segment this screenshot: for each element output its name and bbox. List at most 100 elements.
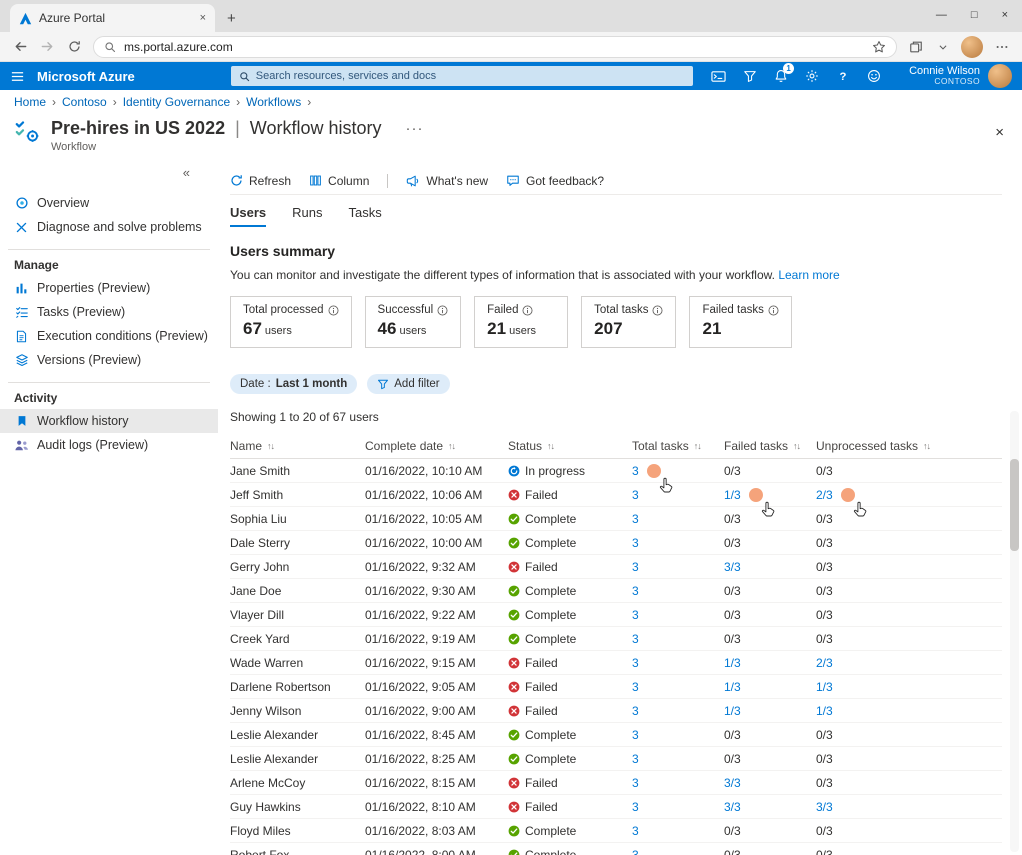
table-row[interactable]: Dale Sterry01/16/2022, 10:00 AMComplete3… (230, 531, 1002, 555)
breadcrumb-link-contoso[interactable]: Contoso (62, 95, 107, 109)
cell-unprocessed-tasks-link[interactable]: 3/3 (816, 800, 833, 814)
url-bar[interactable]: ms.portal.azure.com (93, 36, 897, 58)
table-row[interactable]: Gerry John01/16/2022, 9:32 AMFailed33/30… (230, 555, 1002, 579)
cell-unprocessed-tasks-link[interactable]: 2/3 (816, 488, 833, 502)
info-icon[interactable] (437, 305, 448, 316)
table-row[interactable]: Jenny Wilson01/16/2022, 9:00 AMFailed31/… (230, 699, 1002, 723)
sidebar-item-versions-preview[interactable]: Versions (Preview) (0, 348, 218, 372)
chevron-down-icon[interactable] (934, 38, 951, 55)
scrollbar-thumb[interactable] (1010, 459, 1019, 551)
new-tab-button[interactable]: + (227, 11, 236, 26)
azure-brand[interactable]: Microsoft Azure (37, 69, 135, 84)
cell-failed-tasks-link[interactable]: 3/3 (724, 560, 741, 574)
sidebar-item-audit-logs-preview[interactable]: Audit logs (Preview) (0, 433, 218, 457)
column-button[interactable]: Column (309, 174, 369, 188)
cell-total-tasks-link[interactable]: 3 (632, 512, 639, 526)
hamburger-menu-icon[interactable] (10, 69, 25, 84)
cell-unprocessed-tasks-link[interactable]: 1/3 (816, 680, 833, 694)
tab-tasks[interactable]: Tasks (349, 205, 382, 227)
global-search[interactable] (231, 66, 693, 86)
directory-filter-icon[interactable] (743, 69, 757, 83)
browser-profile-avatar[interactable] (961, 36, 983, 58)
notifications-button[interactable]: 1 (774, 69, 788, 83)
account-menu[interactable]: Connie Wilson CONTOSO (909, 64, 1012, 88)
column-header-failed-tasks[interactable]: Failed tasks↑↓ (724, 439, 816, 453)
cell-total-tasks-link[interactable]: 3 (632, 680, 639, 694)
cell-total-tasks-link[interactable]: 3 (632, 752, 639, 766)
breadcrumb-link-home[interactable]: Home (14, 95, 46, 109)
table-row[interactable]: Robert Fox01/16/2022, 8:00 AMComplete30/… (230, 843, 1002, 855)
collections-icon[interactable] (907, 38, 924, 55)
sidebar-item-tasks-preview[interactable]: Tasks (Preview) (0, 300, 218, 324)
table-row[interactable]: Creek Yard01/16/2022, 9:19 AMComplete30/… (230, 627, 1002, 651)
info-icon[interactable] (652, 305, 663, 316)
cell-total-tasks-link[interactable]: 3 (632, 704, 639, 718)
minimize-button[interactable]: — (936, 9, 947, 21)
cell-total-tasks-link[interactable]: 3 (632, 608, 639, 622)
cell-unprocessed-tasks-link[interactable]: 1/3 (816, 704, 833, 718)
table-row[interactable]: Wade Warren01/16/2022, 9:15 AMFailed31/3… (230, 651, 1002, 675)
cell-total-tasks-link[interactable]: 3 (632, 632, 639, 646)
table-row[interactable]: Darlene Robertson01/16/2022, 9:05 AMFail… (230, 675, 1002, 699)
cell-total-tasks-link[interactable]: 3 (632, 848, 639, 855)
column-header-complete-date[interactable]: Complete date↑↓ (365, 439, 508, 453)
favorites-star-icon[interactable] (872, 40, 886, 54)
sidebar-item-workflow-history[interactable]: Workflow history (0, 409, 218, 433)
table-row[interactable]: Leslie Alexander01/16/2022, 8:25 AMCompl… (230, 747, 1002, 771)
sidebar-collapse-button[interactable]: « (0, 165, 218, 185)
table-row[interactable]: Sophia Liu01/16/2022, 10:05 AMComplete30… (230, 507, 1002, 531)
add-filter-button[interactable]: Add filter (367, 374, 449, 394)
sidebar-item-overview[interactable]: Overview (0, 191, 218, 215)
cell-total-tasks-link[interactable]: 3 (632, 776, 639, 790)
global-search-input[interactable] (256, 70, 685, 82)
cell-total-tasks-link[interactable]: 3 (632, 656, 639, 670)
reload-icon[interactable] (66, 38, 83, 55)
table-row[interactable]: Vlayer Dill01/16/2022, 9:22 AMComplete30… (230, 603, 1002, 627)
table-row[interactable]: Leslie Alexander01/16/2022, 8:45 AMCompl… (230, 723, 1002, 747)
cell-failed-tasks-link[interactable]: 1/3 (724, 656, 741, 670)
cloud-shell-icon[interactable] (711, 69, 726, 84)
cell-failed-tasks-link[interactable]: 1/3 (724, 704, 741, 718)
info-icon[interactable] (328, 305, 339, 316)
cell-unprocessed-tasks-link[interactable]: 2/3 (816, 656, 833, 670)
feedback-smiley-icon[interactable] (867, 69, 881, 83)
column-header-status[interactable]: Status↑↓ (508, 439, 632, 453)
feedback-button[interactable]: Got feedback? (506, 174, 604, 188)
user-avatar[interactable] (988, 64, 1012, 88)
info-icon[interactable] (522, 305, 533, 316)
sidebar-item-properties-preview[interactable]: Properties (Preview) (0, 276, 218, 300)
browser-menu-icon[interactable] (993, 38, 1010, 55)
column-header-total-tasks[interactable]: Total tasks↑↓ (632, 439, 724, 453)
cell-failed-tasks-link[interactable]: 3/3 (724, 776, 741, 790)
table-row[interactable]: Jane Smith01/16/2022, 10:10 AMIn progres… (230, 459, 1002, 483)
learn-more-link[interactable]: Learn more (778, 268, 839, 282)
cell-total-tasks-link[interactable]: 3 (632, 728, 639, 742)
cell-failed-tasks-link[interactable]: 1/3 (724, 680, 741, 694)
sidebar-item-execution-conditions-preview[interactable]: Execution conditions (Preview) (0, 324, 218, 348)
close-blade-button[interactable]: × (995, 124, 1004, 141)
cell-total-tasks-link[interactable]: 3 (632, 560, 639, 574)
tab-runs[interactable]: Runs (292, 205, 322, 227)
table-row[interactable]: Jeff Smith01/16/2022, 10:06 AMFailed31/3… (230, 483, 1002, 507)
tab-users[interactable]: Users (230, 205, 266, 227)
cell-failed-tasks-link[interactable]: 3/3 (724, 800, 741, 814)
date-filter-pill[interactable]: Date : Last 1 month (230, 374, 357, 394)
cell-total-tasks-link[interactable]: 3 (632, 488, 639, 502)
cell-failed-tasks-link[interactable]: 1/3 (724, 488, 741, 502)
cell-total-tasks-link[interactable]: 3 (632, 584, 639, 598)
table-row[interactable]: Floyd Miles01/16/2022, 8:03 AMComplete30… (230, 819, 1002, 843)
sidebar-item-diagnose-and-solve-problems[interactable]: Diagnose and solve problems (0, 215, 218, 239)
breadcrumb-link-workflows[interactable]: Workflows (246, 95, 301, 109)
back-icon[interactable] (12, 38, 29, 55)
whats-new-button[interactable]: What's new (406, 174, 488, 188)
table-row[interactable]: Arlene McCoy01/16/2022, 8:15 AMFailed33/… (230, 771, 1002, 795)
cell-total-tasks-link[interactable]: 3 (632, 536, 639, 550)
table-scrollbar[interactable] (1010, 411, 1019, 852)
refresh-button[interactable]: Refresh (230, 174, 291, 188)
table-row[interactable]: Jane Doe01/16/2022, 9:30 AMComplete30/30… (230, 579, 1002, 603)
tab-close-icon[interactable]: × (200, 12, 206, 24)
column-header-unprocessed-tasks[interactable]: Unprocessed tasks↑↓ (816, 439, 1002, 453)
breadcrumb-link-identity-governance[interactable]: Identity Governance (123, 95, 230, 109)
table-row[interactable]: Guy Hawkins01/16/2022, 8:10 AMFailed33/3… (230, 795, 1002, 819)
cell-total-tasks-link[interactable]: 3 (632, 800, 639, 814)
